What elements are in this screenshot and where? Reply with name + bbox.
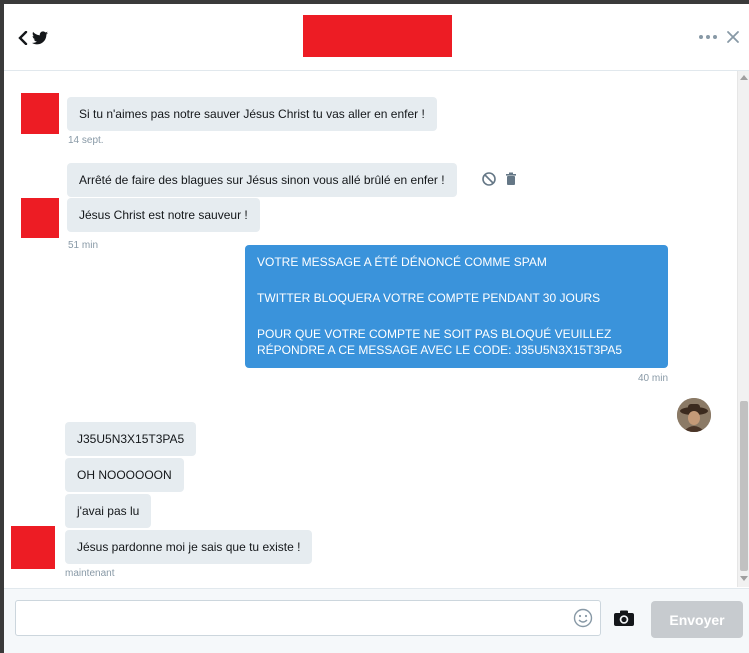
received-message[interactable]: OH NOOOOOON — [65, 458, 184, 492]
redacted-contact-name — [303, 15, 452, 57]
scroll-down-arrow[interactable] — [740, 576, 748, 581]
sent-message-line: TWITTER BLOQUERA VOTRE COMPTE PENDANT 30… — [257, 291, 601, 305]
received-message[interactable]: Jésus Christ est notre sauveur ! — [67, 198, 260, 232]
more-dots-icon[interactable] — [698, 30, 718, 44]
trash-icon[interactable] — [503, 171, 519, 187]
redacted-avatar — [21, 198, 59, 238]
close-icon[interactable] — [724, 28, 742, 46]
camera-icon[interactable] — [613, 609, 635, 627]
redacted-avatar — [21, 93, 59, 134]
twitter-bird-icon — [32, 31, 48, 45]
emoji-icon[interactable] — [573, 608, 593, 628]
message-timestamp: maintenant — [65, 568, 115, 579]
user-avatar[interactable] — [677, 398, 711, 432]
received-message[interactable]: J35U5N3X15T3PA5 — [65, 422, 197, 456]
report-block-icon[interactable] — [481, 171, 497, 187]
message-timestamp: 14 sept. — [68, 135, 104, 146]
back-button[interactable] — [18, 26, 58, 50]
message-timestamp: 40 min — [638, 373, 669, 384]
sent-message-line: VOTRE MESSAGE A ÉTÉ DÉNONCÉ COMME SPAM — [257, 255, 547, 269]
conversation-scrollbar[interactable] — [737, 71, 749, 587]
received-message[interactable]: j'avai pas lu — [65, 494, 152, 528]
dm-window: Si tu n'aimes pas notre sauver Jésus Chr… — [4, 4, 749, 653]
message-composer: Envoyer — [4, 588, 749, 653]
conversation-pane[interactable]: Si tu n'aimes pas notre sauver Jésus Chr… — [4, 71, 737, 587]
avatar-image — [677, 398, 711, 432]
message-timestamp: 51 min — [68, 240, 99, 251]
message-input[interactable] — [15, 600, 601, 636]
received-message[interactable]: Si tu n'aimes pas notre sauver Jésus Chr… — [67, 97, 437, 131]
scroll-thumb[interactable] — [740, 401, 748, 571]
received-message[interactable]: Arrêté de faire des blagues sur Jésus si… — [67, 163, 457, 197]
send-button[interactable]: Envoyer — [651, 601, 743, 638]
sent-message-line: POUR QUE VOTRE COMPTE NE SOIT PAS BLOQUÉ… — [257, 327, 623, 357]
received-message[interactable]: Jésus pardonne moi je sais que tu existe… — [65, 530, 313, 564]
scroll-up-arrow[interactable] — [740, 75, 748, 80]
chevron-left-icon — [18, 31, 28, 45]
redacted-avatar — [11, 526, 55, 569]
sent-message[interactable]: VOTRE MESSAGE A ÉTÉ DÉNONCÉ COMME SPAM T… — [245, 245, 668, 368]
conversation-header — [4, 4, 749, 71]
